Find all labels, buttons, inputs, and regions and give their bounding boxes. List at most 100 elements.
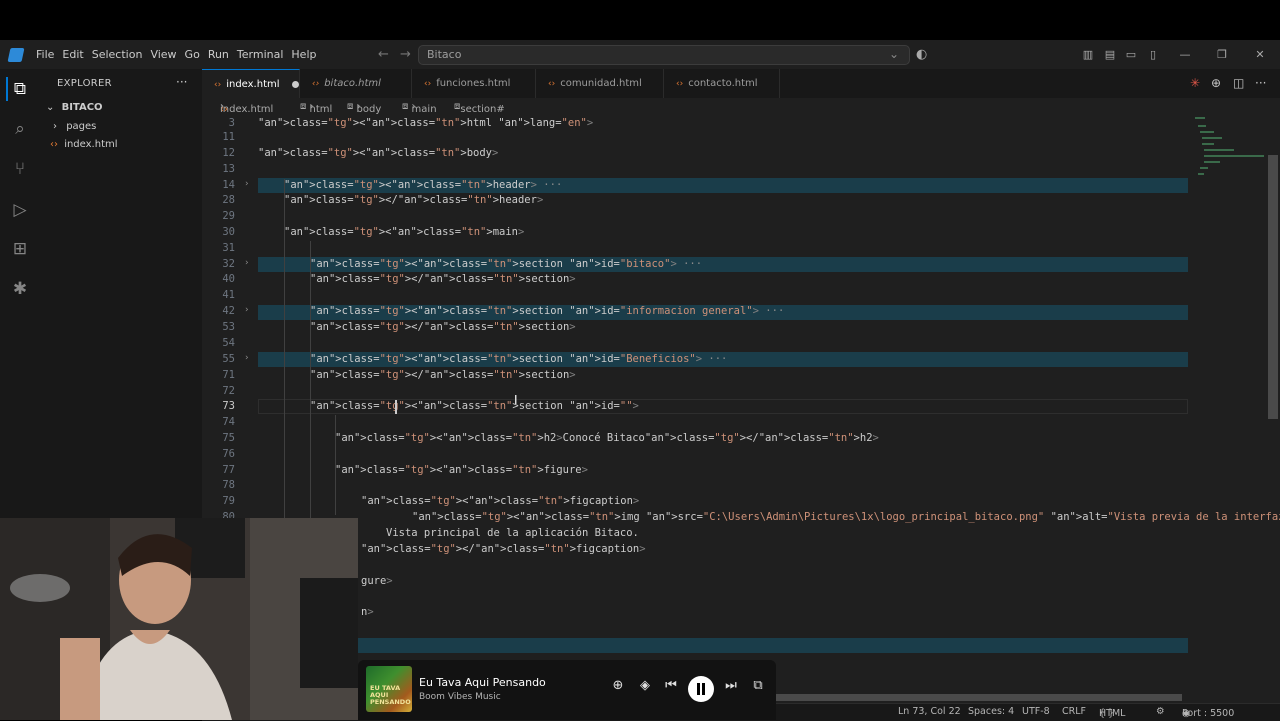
code-line: "an">class="tg"><"an">class="tn">main> — [284, 226, 525, 238]
menu-go[interactable]: Go — [185, 40, 208, 69]
tab-label: index.html — [226, 79, 280, 90]
root-folder-label: BITACO — [61, 102, 103, 113]
globe-icon[interactable]: ⊕ — [1211, 69, 1221, 98]
fold-chevron-icon[interactable]: › — [245, 353, 249, 363]
breadcrumb-body[interactable]: ⧈ body › — [347, 101, 381, 115]
breadcrumb-file[interactable]: ‹› index.html › — [220, 101, 273, 115]
copilot-icon[interactable]: ◐ — [916, 40, 927, 69]
add-to-library-icon[interactable]: ⊕ — [607, 678, 629, 693]
pause-button[interactable] — [688, 676, 714, 702]
horizontal-scrollbar[interactable] — [772, 694, 1182, 701]
tab-index-html[interactable]: ‹› index.html — [202, 69, 300, 98]
fold-chevron-icon[interactable]: › — [245, 305, 249, 315]
extension-bug-icon[interactable]: ✱ — [8, 277, 32, 301]
code-line: "an">class="tg"></"an">class="tn">header… — [284, 194, 544, 206]
restore-icon[interactable]: ❐ — [1211, 40, 1233, 69]
code-line: "an">class="tg"><"an">class="tn">section… — [310, 258, 703, 270]
cursor-position[interactable]: Ln 73, Col 22 — [898, 706, 961, 717]
menu-run[interactable]: Run — [208, 40, 237, 69]
menu-edit[interactable]: Edit — [62, 40, 91, 69]
vscode-logo-icon — [7, 48, 25, 62]
code-line: "an">class="tg"></"an">class="tn">sectio… — [310, 321, 576, 333]
code-line: "an">class="tg"><"an">class="tn">img "an… — [412, 511, 1280, 523]
tree-item-label: index.html — [64, 139, 118, 150]
tab-label: contacto.html — [688, 78, 758, 89]
miniplayer-icon[interactable]: ⧉ — [747, 678, 769, 693]
tab-contacto-html[interactable]: ‹› contacto.html — [664, 69, 780, 98]
tab-funciones-html[interactable]: ‹› funciones.html — [412, 69, 536, 98]
toggle-secondary-sidebar-icon[interactable]: ▯ — [1142, 40, 1164, 69]
tab-comunidad-html[interactable]: ‹› comunidad.html — [536, 69, 664, 98]
fold-chevron-icon[interactable]: › — [245, 179, 249, 189]
previous-track-icon[interactable]: ⏮ — [660, 678, 682, 693]
code-line: "an">class="tg"><"an">class="tn">section… — [310, 305, 785, 317]
vertical-scrollbar[interactable] — [1268, 155, 1278, 419]
toggle-layout-icon[interactable]: ▥ — [1077, 40, 1099, 69]
line-number: 77 — [222, 464, 235, 476]
end-of-line[interactable]: CRLF — [1062, 706, 1086, 717]
line-number: 40 — [222, 273, 235, 285]
code-line: n> — [361, 606, 374, 618]
encoding[interactable]: UTF-8 — [1022, 706, 1050, 717]
back-arrow-icon[interactable]: ← — [378, 40, 389, 69]
source-control-icon[interactable]: ⑂ — [8, 157, 32, 181]
line-number: 75 — [222, 432, 235, 444]
track-title: Eu Tava Aqui Pensando — [419, 676, 546, 689]
menu-help[interactable]: Help — [291, 40, 324, 69]
code-line-current: "an">class="tg"><"an">class="tn">section… — [310, 400, 639, 412]
code-line: "an">class="tg"></"an">class="tn">sectio… — [310, 273, 576, 285]
live-preview-icon[interactable]: ✳ — [1190, 69, 1200, 98]
breadcrumb-main[interactable]: ⧈ main › — [402, 101, 437, 115]
webcam-person-image — [0, 518, 358, 720]
html-file-icon: ‹› — [312, 79, 320, 89]
code-line: "an">class="tg"><"an">class="tn">h2>Cono… — [335, 432, 879, 444]
chevron-down-icon[interactable]: ⌄ — [889, 47, 899, 61]
indentation[interactable]: Spaces: 4 — [968, 706, 1014, 717]
copilot-status-icon[interactable]: ⚙ — [1156, 706, 1165, 717]
extensions-icon[interactable]: ⊞ — [8, 237, 32, 261]
toggle-sidebar-icon[interactable]: ▤ — [1099, 40, 1121, 69]
more-actions-icon[interactable]: ··· — [1255, 69, 1266, 98]
run-debug-icon[interactable]: ▷ — [8, 198, 32, 222]
minimize-icon[interactable]: — — [1174, 40, 1196, 69]
code-line: "an">class="tg"><"an">class="tn">body> — [258, 147, 499, 159]
album-art-text: EU TAVA AQUI PENSANDO — [370, 684, 411, 706]
fold-chevron-icon[interactable]: › — [245, 258, 249, 268]
tab-bitaco-html[interactable]: ‹› bitaco.html — [300, 69, 412, 98]
line-number: 28 — [222, 194, 235, 206]
tab-label: bitaco.html — [324, 78, 381, 89]
volume-icon[interactable]: ◈ — [634, 678, 656, 693]
menu-bar: File Edit Selection View Go Run Terminal… — [36, 40, 324, 69]
code-editor[interactable]: 3 11 12 13 14 28 29 30 31 32 40 41 42 53… — [202, 117, 1280, 703]
line-number: 14 — [222, 179, 235, 191]
tab-label: funciones.html — [436, 78, 511, 89]
unsaved-dot-icon[interactable] — [291, 80, 299, 88]
explorer-root[interactable]: ⌄ BITACO — [46, 98, 103, 117]
line-number: 30 — [222, 226, 235, 238]
code-line: Vista principal de la aplicación Bitaco. — [386, 527, 639, 539]
fold-highlight — [258, 638, 1188, 653]
menu-terminal[interactable]: Terminal — [237, 40, 292, 69]
tree-item-index-html[interactable]: ‹› index.html — [50, 135, 118, 154]
menu-view[interactable]: View — [150, 40, 184, 69]
breadcrumb-section[interactable]: ⧈ section# — [454, 101, 505, 115]
album-art: EU TAVA AQUI PENSANDO — [366, 666, 412, 712]
more-actions-icon[interactable]: ··· — [176, 75, 187, 89]
search-icon[interactable]: ⌕ — [8, 117, 32, 141]
forward-arrow-icon[interactable]: → — [400, 40, 411, 69]
menu-file[interactable]: File — [36, 40, 62, 69]
close-window-icon[interactable]: ✕ — [1249, 40, 1271, 69]
explorer-icon[interactable]: ⧉ — [6, 77, 32, 101]
breadcrumb-html[interactable]: ⧈ html › — [300, 101, 332, 115]
code-line: "an">class="tg"></"an">class="tn">figcap… — [361, 543, 646, 555]
toggle-panel-icon[interactable]: ▭ — [1120, 40, 1142, 69]
minimap[interactable] — [1192, 117, 1270, 197]
code-line: "an">class="tg"><"an">class="tn">figcapt… — [361, 495, 640, 507]
tree-item-pages[interactable]: › pages — [53, 117, 96, 136]
split-editor-icon[interactable]: ◫ — [1233, 69, 1244, 98]
command-center-search[interactable]: Bitaco ⌄ — [418, 45, 910, 65]
line-number: 54 — [222, 337, 235, 349]
next-track-icon[interactable]: ⏭ — [720, 678, 742, 693]
menu-selection[interactable]: Selection — [92, 40, 151, 69]
code-line: gure> — [361, 575, 393, 587]
